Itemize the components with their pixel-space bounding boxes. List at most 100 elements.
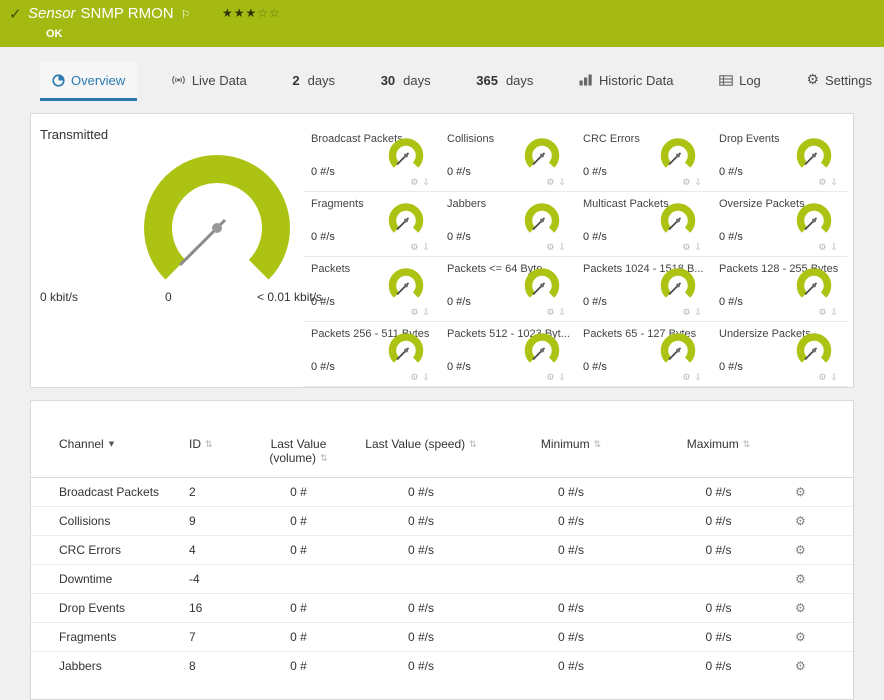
channel-settings-icon[interactable]: ⚙ xyxy=(795,543,806,557)
tab-settings[interactable]: ⚙ Settings xyxy=(794,62,884,101)
sort-icon: ⇅ xyxy=(469,440,477,450)
channel-gauge-cell[interactable]: Packets 1024 - 1518 B... 0 #/s ⚙ ⇩ xyxy=(575,257,711,322)
channel-settings-icon[interactable]: ⚙ xyxy=(795,630,806,644)
cell-channel: Downtime xyxy=(31,564,181,594)
channel-gauge-cell[interactable]: Packets 128 - 255 Bytes 0 #/s ⚙ ⇩ xyxy=(711,257,847,322)
channel-settings-icon[interactable]: ⚙ xyxy=(795,514,806,528)
tab-365-days[interactable]: 365 days xyxy=(464,62,545,101)
cell-id: 9 xyxy=(181,506,251,536)
channel-settings-icon[interactable]: ⚙ xyxy=(795,601,806,615)
channel-gauge-cell[interactable]: Drop Events 0 #/s ⚙ ⇩ xyxy=(711,127,847,192)
channel-gauge-cell[interactable]: Packets 65 - 127 Bytes 0 #/s ⚙ ⇩ xyxy=(575,322,711,387)
cell-maximum: 0 #/s xyxy=(646,506,791,536)
col-header-channel[interactable]: Channel ▼ xyxy=(31,401,181,478)
gauge-settings-icon[interactable]: ⚙ xyxy=(546,308,554,318)
gauge-download-icon[interactable]: ⇩ xyxy=(558,308,566,318)
channel-gauge-cell[interactable]: Packets 0 #/s ⚙ ⇩ xyxy=(303,257,439,322)
stars-filled-icon[interactable]: ★★★ xyxy=(222,6,257,20)
col-header-id[interactable]: ID ⇅ xyxy=(181,401,251,478)
table-row[interactable]: Drop Events 16 0 # 0 #/s 0 #/s 0 #/s ⚙ xyxy=(31,593,853,623)
gauge-download-icon[interactable]: ⇩ xyxy=(422,373,430,383)
flag-icon[interactable]: ⚐ xyxy=(181,8,191,21)
gauge-settings-icon[interactable]: ⚙ xyxy=(546,373,554,383)
gauge-download-icon[interactable]: ⇩ xyxy=(558,243,566,253)
table-row[interactable]: Fragments 7 0 # 0 #/s 0 #/s 0 #/s ⚙ xyxy=(31,622,853,652)
cell-speed: 0 #/s xyxy=(346,506,496,536)
gauge-settings-icon[interactable]: ⚙ xyxy=(410,243,418,253)
gauge-download-icon[interactable]: ⇩ xyxy=(694,243,702,253)
gauge-settings-icon[interactable]: ⚙ xyxy=(682,308,690,318)
gauge-download-icon[interactable]: ⇩ xyxy=(422,243,430,253)
gauge-settings-icon[interactable]: ⚙ xyxy=(410,178,418,188)
channel-gauge-cell[interactable]: Collisions 0 #/s ⚙ ⇩ xyxy=(439,127,575,192)
gauge-download-icon[interactable]: ⇩ xyxy=(422,308,430,318)
sensor-status-banner: ✓ Sensor SNMP RMON ⚐ ★★★☆☆ OK xyxy=(0,0,884,47)
gauge-settings-icon[interactable]: ⚙ xyxy=(410,308,418,318)
cell-volume: 0 # xyxy=(251,593,346,623)
gauge-settings-icon[interactable]: ⚙ xyxy=(546,243,554,253)
gauge-settings-icon[interactable]: ⚙ xyxy=(818,308,826,318)
table-row[interactable]: Broadcast Packets 2 0 # 0 #/s 0 #/s 0 #/… xyxy=(31,478,853,507)
channel-settings-icon[interactable]: ⚙ xyxy=(795,485,806,499)
channel-settings-icon[interactable]: ⚙ xyxy=(795,572,806,586)
gauge-download-icon[interactable]: ⇩ xyxy=(830,243,838,253)
gauge-settings-icon[interactable]: ⚙ xyxy=(682,243,690,253)
channel-gauge-cell[interactable]: CRC Errors 0 #/s ⚙ ⇩ xyxy=(575,127,711,192)
col-header-maximum[interactable]: Maximum ⇅ xyxy=(646,401,791,478)
channel-settings-icon[interactable]: ⚙ xyxy=(795,659,806,673)
priority-stars[interactable]: ★★★☆☆ xyxy=(222,6,281,20)
stars-empty-icon[interactable]: ☆☆ xyxy=(257,6,281,20)
channel-gauge-cell[interactable]: Fragments 0 #/s ⚙ ⇩ xyxy=(303,192,439,257)
tab-live-data[interactable]: Live Data xyxy=(159,62,259,101)
gauge-settings-icon[interactable]: ⚙ xyxy=(818,373,826,383)
cell-speed: 0 #/s xyxy=(346,593,496,623)
channel-gauge-cell[interactable]: Multicast Packets 0 #/s ⚙ ⇩ xyxy=(575,192,711,257)
gauge-download-icon[interactable]: ⇩ xyxy=(830,373,838,383)
tab-historic-data[interactable]: Historic Data xyxy=(567,62,685,101)
gauge-download-icon[interactable]: ⇩ xyxy=(830,178,838,188)
cell-channel: Jabbers xyxy=(31,651,181,680)
channel-gauge-cell[interactable]: Packets <= 64 Byte 0 #/s ⚙ ⇩ xyxy=(439,257,575,322)
table-row[interactable]: Jabbers 8 0 # 0 #/s 0 #/s 0 #/s ⚙ xyxy=(31,651,853,680)
sensor-title-prefix: Sensor xyxy=(28,5,76,22)
gauge-settings-icon[interactable]: ⚙ xyxy=(818,178,826,188)
cell-volume: 0 # xyxy=(251,506,346,536)
gauge-download-icon[interactable]: ⇩ xyxy=(558,373,566,383)
gauge-settings-icon[interactable]: ⚙ xyxy=(410,373,418,383)
col-header-last-value-speed[interactable]: Last Value (speed) ⇅ xyxy=(346,401,496,478)
gauge-settings-icon[interactable]: ⚙ xyxy=(818,243,826,253)
cell-speed: 0 #/s xyxy=(346,535,496,565)
tab-30-days[interactable]: 30 days xyxy=(369,62,443,101)
channel-gauge-cell[interactable]: Oversize Packets 0 #/s ⚙ ⇩ xyxy=(711,192,847,257)
channel-gauge-cell[interactable]: Jabbers 0 #/s ⚙ ⇩ xyxy=(439,192,575,257)
channel-gauge-cell[interactable]: Packets 256 - 511 Bytes 0 #/s ⚙ ⇩ xyxy=(303,322,439,387)
gauge-download-icon[interactable]: ⇩ xyxy=(422,178,430,188)
col-header-minimum[interactable]: Minimum ⇅ xyxy=(496,401,646,478)
gauge-download-icon[interactable]: ⇩ xyxy=(830,308,838,318)
channel-gauge-value: 0 #/s xyxy=(311,361,335,373)
channel-gauge-cell[interactable]: Undersize Packets 0 #/s ⚙ ⇩ xyxy=(711,322,847,387)
channel-gauge-value: 0 #/s xyxy=(719,361,743,373)
tab-2-days[interactable]: 2 days xyxy=(280,62,347,101)
tab-overview[interactable]: Overview xyxy=(40,62,138,101)
table-row[interactable]: Collisions 9 0 # 0 #/s 0 #/s 0 #/s ⚙ xyxy=(31,506,853,536)
gauge-settings-icon[interactable]: ⚙ xyxy=(546,178,554,188)
table-row[interactable]: Downtime -4 ⚙ xyxy=(31,564,853,594)
col-header-last-value-volume[interactable]: Last Value (volume) ⇅ xyxy=(251,401,346,478)
channel-gauge-cell[interactable]: Packets 512 - 1023 Byt... 0 #/s ⚙ ⇩ xyxy=(439,322,575,387)
primary-channel-value: 0 kbit/s xyxy=(40,290,79,304)
gauge-download-icon[interactable]: ⇩ xyxy=(694,178,702,188)
historic-data-icon xyxy=(579,74,592,86)
status-check-icon: ✓ xyxy=(9,5,22,23)
channel-gauge-cell[interactable]: Broadcast Packets 0 #/s ⚙ ⇩ xyxy=(303,127,439,192)
gauge-settings-icon[interactable]: ⚙ xyxy=(682,373,690,383)
gauge-download-icon[interactable]: ⇩ xyxy=(694,373,702,383)
sort-icon: ⇅ xyxy=(593,440,602,450)
sort-icon: ⇅ xyxy=(320,454,328,464)
gauge-settings-icon[interactable]: ⚙ xyxy=(682,178,690,188)
table-row[interactable]: CRC Errors 4 0 # 0 #/s 0 #/s 0 #/s ⚙ xyxy=(31,535,853,565)
gauge-download-icon[interactable]: ⇩ xyxy=(558,178,566,188)
tab-30-days-number: 30 xyxy=(380,72,396,88)
gauge-download-icon[interactable]: ⇩ xyxy=(694,308,702,318)
tab-log[interactable]: Log xyxy=(707,62,773,101)
